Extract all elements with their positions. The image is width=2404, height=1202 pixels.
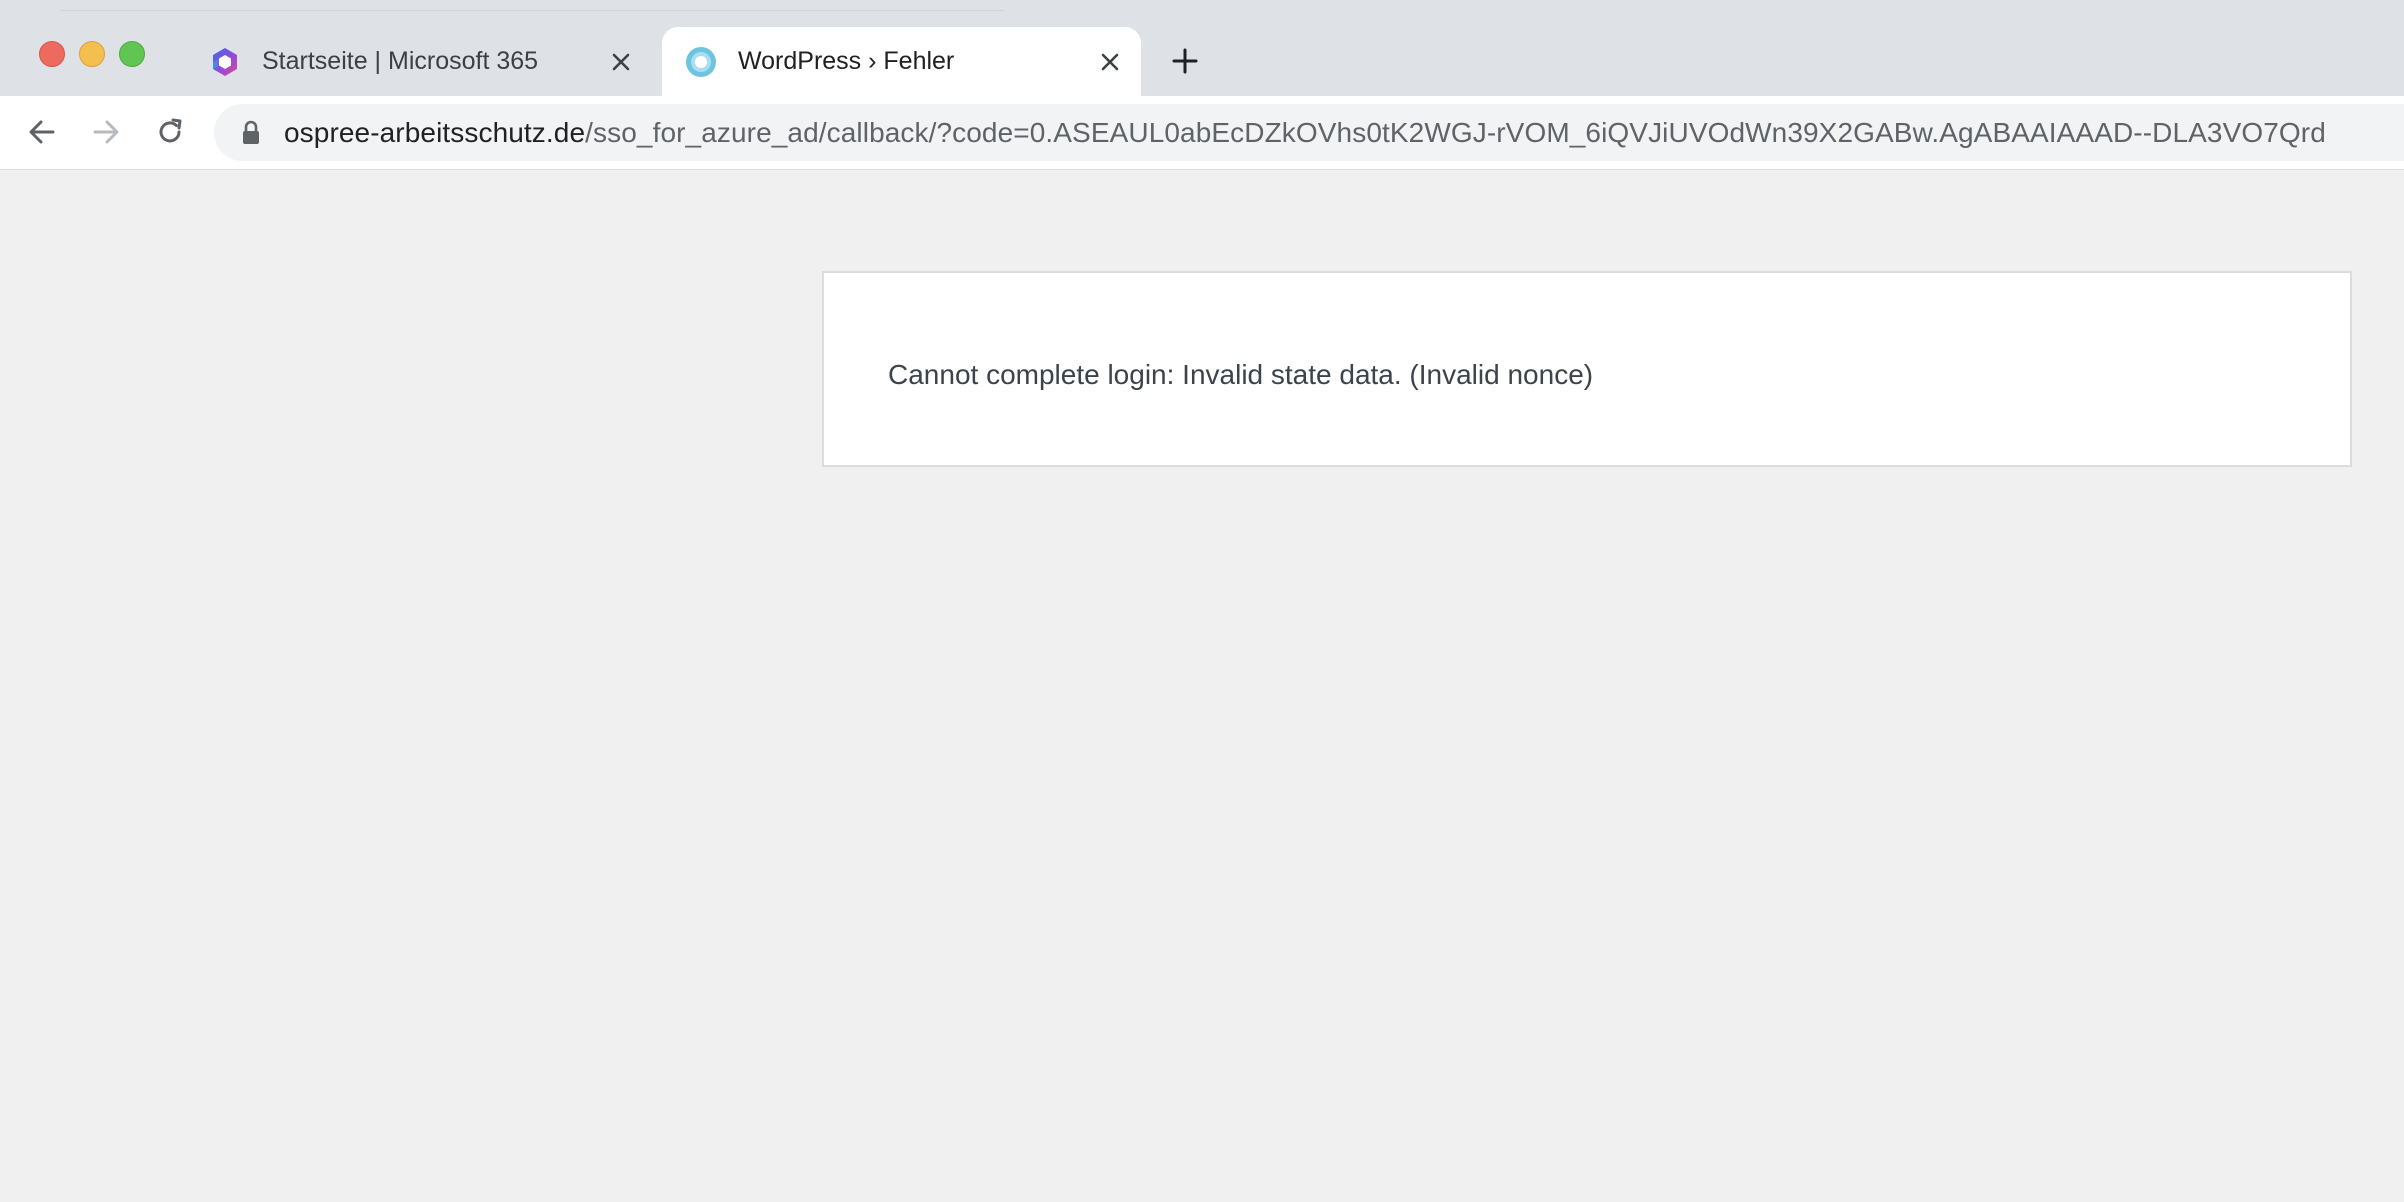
- url-host: ospree-arbeitsschutz.de: [284, 116, 586, 148]
- error-message: Cannot complete login: Invalid state dat…: [888, 359, 1594, 390]
- close-window-button[interactable]: [39, 41, 65, 67]
- reload-icon[interactable]: [148, 110, 192, 154]
- address-bar[interactable]: ospree-arbeitsschutz.de/sso_for_azure_ad…: [214, 104, 2404, 161]
- tab-title: Startseite | Microsoft 365: [262, 47, 539, 75]
- error-message-box: Cannot complete login: Invalid state dat…: [822, 271, 2352, 467]
- arrow-left-icon[interactable]: [20, 110, 64, 154]
- url-text[interactable]: ospree-arbeitsschutz.de/sso_for_azure_ad…: [284, 117, 2326, 149]
- tab-wordpress-fehler[interactable]: WordPress › Fehler: [662, 27, 1141, 96]
- browser-toolbar: ospree-arbeitsschutz.de/sso_for_azure_ad…: [0, 96, 2404, 170]
- tab-strip: Startseite | Microsoft 365 WordPress › F…: [0, 0, 2404, 96]
- zoom-window-button[interactable]: [119, 41, 145, 67]
- browser-window: Startseite | Microsoft 365 WordPress › F…: [0, 0, 2404, 1202]
- microsoft-365-icon: [213, 47, 237, 76]
- plus-icon[interactable]: [1168, 44, 1202, 78]
- wordpress-icon: [686, 46, 716, 77]
- tab-title: WordPress › Fehler: [738, 47, 955, 75]
- tab-microsoft-365[interactable]: Startseite | Microsoft 365: [190, 27, 652, 96]
- url-path: /sso_for_azure_ad/callback/?code=0.ASEAU…: [585, 116, 2326, 148]
- tab-strip-divider: [60, 0, 1005, 11]
- close-icon[interactable]: [604, 45, 638, 79]
- lock-icon[interactable]: [236, 118, 266, 148]
- page-content: Cannot complete login: Invalid state dat…: [0, 170, 2404, 1202]
- close-icon[interactable]: [1093, 45, 1127, 79]
- minimize-window-button[interactable]: [79, 41, 105, 67]
- arrow-right-icon[interactable]: [84, 110, 128, 154]
